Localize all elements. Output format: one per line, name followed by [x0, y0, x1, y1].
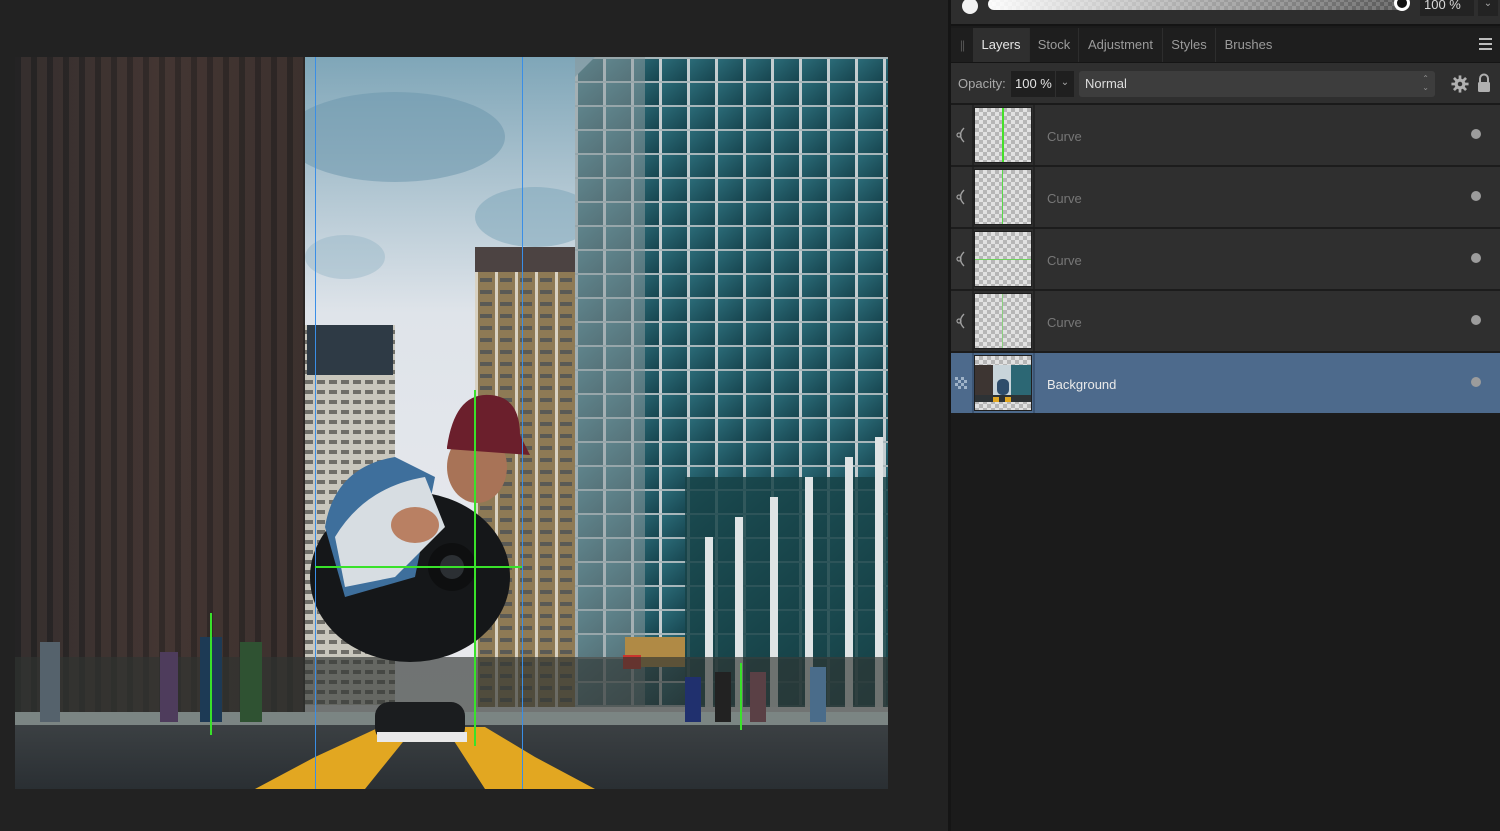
curve-layer-icon: [951, 291, 974, 351]
layer-name: Background: [1047, 377, 1117, 392]
layer-name: Curve: [1047, 191, 1082, 206]
blend-mode-select[interactable]: Normal ⌃ ⌄: [1079, 71, 1435, 97]
thumb-divider: [1033, 229, 1035, 289]
panel-tabbar: || Layers Stock Adjustment Styles Brushe…: [951, 28, 1500, 63]
visibility-toggle[interactable]: [1471, 377, 1481, 387]
context-opacity-strip: 100 % ⌄: [951, 0, 1500, 26]
layer-name: Curve: [1047, 253, 1082, 268]
tab-styles[interactable]: Styles: [1163, 28, 1216, 62]
green-curve-line-horizontal[interactable]: [315, 566, 522, 568]
lock-icon[interactable]: [1477, 73, 1491, 93]
color-swatch-white[interactable]: [962, 0, 978, 14]
layer-row[interactable]: Curve: [951, 291, 1500, 353]
thumb-divider: [1033, 291, 1035, 351]
blue-guide-right[interactable]: [522, 57, 523, 789]
tab-adjustment[interactable]: Adjustment: [1079, 28, 1163, 62]
hamburger-menu-icon[interactable]: [1479, 38, 1492, 50]
document-image[interactable]: [15, 57, 888, 789]
layer-row[interactable]: Curve: [951, 105, 1500, 167]
chevron-down-icon[interactable]: ⌄: [1478, 0, 1498, 16]
layers-panel: 100 % ⌄ || Layers Stock Adjustment Style…: [951, 0, 1500, 831]
blend-mode-value: Normal: [1085, 76, 1127, 91]
visibility-toggle[interactable]: [1471, 253, 1481, 263]
visibility-toggle[interactable]: [1471, 315, 1481, 325]
thumb-divider: [1033, 167, 1035, 227]
blue-guide-left[interactable]: [315, 57, 316, 789]
updown-arrows-icon: ⌃ ⌄: [1422, 74, 1429, 92]
green-curve-line-left[interactable]: [210, 613, 212, 735]
photo-scene: [15, 57, 888, 789]
layer-thumbnail: [974, 293, 1032, 349]
visibility-toggle[interactable]: [1471, 129, 1481, 139]
thumb-divider: [1033, 353, 1035, 413]
layer-toolbar: Opacity: 100 % ⌄ Normal ⌃ ⌄: [951, 63, 1500, 105]
layer-row[interactable]: Curve: [951, 229, 1500, 291]
curve-layer-icon: [951, 105, 974, 165]
drag-grip-icon[interactable]: ||: [951, 28, 973, 62]
layer-name: Curve: [1047, 129, 1082, 144]
opacity-value-field[interactable]: 100 %: [1420, 0, 1474, 16]
chevron-down-icon[interactable]: ⌄: [1056, 71, 1074, 97]
tab-layers[interactable]: Layers: [973, 28, 1030, 62]
layers-list: Curve Curve Curve Curve Background: [951, 105, 1500, 415]
layer-row[interactable]: Curve: [951, 167, 1500, 229]
opacity-label: Opacity:: [958, 76, 1006, 91]
tab-brushes[interactable]: Brushes: [1216, 28, 1281, 62]
layer-thumbnail: [974, 107, 1032, 163]
thumb-divider: [1033, 105, 1035, 165]
green-curve-line-vertical[interactable]: [474, 390, 476, 746]
green-curve-line-right[interactable]: [740, 663, 742, 730]
canvas-area[interactable]: [0, 0, 948, 831]
opacity-slider-track[interactable]: [988, 0, 1406, 10]
opacity-slider-handle[interactable]: [1394, 0, 1410, 11]
pixel-layer-icon: [951, 353, 974, 413]
layer-thumbnail: [974, 169, 1032, 225]
gear-icon[interactable]: [1451, 75, 1469, 93]
layer-name: Curve: [1047, 315, 1082, 330]
visibility-toggle[interactable]: [1471, 191, 1481, 201]
layer-thumbnail: [974, 355, 1032, 411]
layer-opacity-field[interactable]: 100 %: [1011, 71, 1055, 97]
curve-layer-icon: [951, 229, 974, 289]
layer-row-selected[interactable]: Background: [951, 353, 1500, 415]
layer-thumbnail: [974, 231, 1032, 287]
curve-layer-icon: [951, 167, 974, 227]
tab-stock[interactable]: Stock: [1030, 28, 1079, 62]
